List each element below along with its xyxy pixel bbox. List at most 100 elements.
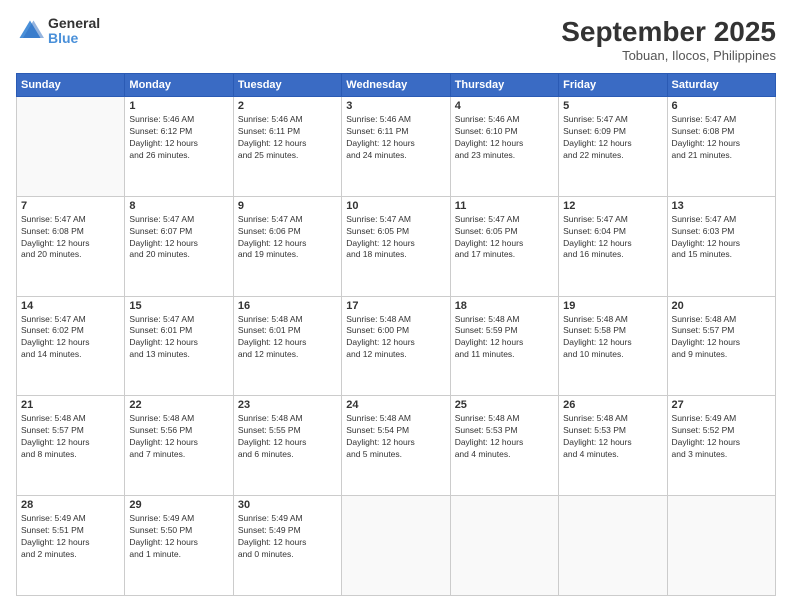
- day-number: 17: [346, 300, 445, 312]
- day-cell: 19Sunrise: 5:48 AM Sunset: 5:58 PM Dayli…: [559, 296, 667, 396]
- logo-icon: [16, 17, 44, 45]
- day-cell: 14Sunrise: 5:47 AM Sunset: 6:02 PM Dayli…: [17, 296, 125, 396]
- day-number: 29: [129, 499, 228, 511]
- month-title: September 2025: [561, 16, 776, 48]
- day-number: 15: [129, 300, 228, 312]
- day-cell: 16 Sunrise: 5:48 AM Sunset: 6:01 PM Dayli…: [233, 296, 341, 396]
- location: Tobuan, Ilocos, Philippines: [561, 48, 776, 63]
- day-cell: 2 Sunrise: 5:46 AM Sunset: 6:11 PM Daylig…: [233, 97, 341, 197]
- day-info: Sunrise: 5:48 AM Sunset: 5:56 PM Dayligh…: [129, 413, 228, 461]
- day-number: 27: [672, 399, 771, 411]
- day-cell: 18 Sunrise: 5:48 AM Sunset: 5:59 PM Dayli…: [450, 296, 558, 396]
- day-cell: 23 Sunrise: 5:48 AM Sunset: 5:55 PM Dayli…: [233, 396, 341, 496]
- day-info: Sunrise: 5:48 AM Sunset: 5:57 PM Dayligh…: [21, 413, 120, 461]
- day-info: Sunrise: 5:46 AM Sunset: 6:11 PM Dayligh…: [238, 114, 337, 162]
- day-cell: [667, 496, 775, 596]
- day-cell: 7 Sunrise: 5:47 AM Sunset: 6:08 PM Daylig…: [17, 196, 125, 296]
- day-cell: 13 Sunrise: 5:47 AM Sunset: 6:03 PM Dayli…: [667, 196, 775, 296]
- day-cell: 20 Sunrise: 5:48 AM Sunset: 5:57 PM Dayli…: [667, 296, 775, 396]
- day-number: 22: [129, 399, 228, 411]
- day-info: Sunrise: 5:47 AM Sunset: 6:08 PM Dayligh…: [672, 114, 771, 162]
- day-number: 24: [346, 399, 445, 411]
- day-number: 14: [21, 300, 120, 312]
- day-info: Sunrise: 5:48 AM Sunset: 6:01 PM Dayligh…: [238, 314, 337, 362]
- day-info: Sunrise: 5:47 AM Sunset: 6:05 PM Dayligh…: [346, 214, 445, 262]
- day-number: 11: [455, 200, 554, 212]
- header: General Blue September 2025 Tobuan, Iloc…: [16, 16, 776, 63]
- day-cell: 25 Sunrise: 5:48 AM Sunset: 5:53 PM Dayli…: [450, 396, 558, 496]
- col-header-tuesday: Tuesday: [233, 74, 341, 97]
- day-cell: 3 Sunrise: 5:46 AM Sunset: 6:11 PM Daylig…: [342, 97, 450, 197]
- day-cell: 27 Sunrise: 5:49 AM Sunset: 5:52 PM Dayli…: [667, 396, 775, 496]
- day-number: 25: [455, 399, 554, 411]
- day-info: Sunrise: 5:46 AM Sunset: 6:11 PM Dayligh…: [346, 114, 445, 162]
- day-number: 8: [129, 200, 228, 212]
- day-info: Sunrise: 5:47 AM Sunset: 6:05 PM Dayligh…: [455, 214, 554, 262]
- day-number: 28: [21, 499, 120, 511]
- day-cell: 12Sunrise: 5:47 AM Sunset: 6:04 PM Dayli…: [559, 196, 667, 296]
- day-number: 7: [21, 200, 120, 212]
- day-info: Sunrise: 5:48 AM Sunset: 5:57 PM Dayligh…: [672, 314, 771, 362]
- col-header-wednesday: Wednesday: [342, 74, 450, 97]
- day-info: Sunrise: 5:48 AM Sunset: 6:00 PM Dayligh…: [346, 314, 445, 362]
- day-info: Sunrise: 5:49 AM Sunset: 5:49 PM Dayligh…: [238, 513, 337, 561]
- day-info: Sunrise: 5:48 AM Sunset: 5:59 PM Dayligh…: [455, 314, 554, 362]
- day-cell: 8 Sunrise: 5:47 AM Sunset: 6:07 PM Daylig…: [125, 196, 233, 296]
- week-row-1: 1 Sunrise: 5:46 AM Sunset: 6:12 PM Daylig…: [17, 97, 776, 197]
- logo-blue: Blue: [48, 31, 100, 46]
- day-info: Sunrise: 5:47 AM Sunset: 6:08 PM Dayligh…: [21, 214, 120, 262]
- day-number: 4: [455, 100, 554, 112]
- day-cell: [17, 97, 125, 197]
- title-block: September 2025 Tobuan, Ilocos, Philippin…: [561, 16, 776, 63]
- col-header-sunday: Sunday: [17, 74, 125, 97]
- logo: General Blue: [16, 16, 100, 47]
- day-number: 2: [238, 100, 337, 112]
- day-number: 10: [346, 200, 445, 212]
- day-number: 16: [238, 300, 337, 312]
- day-info: Sunrise: 5:48 AM Sunset: 5:58 PM Dayligh…: [563, 314, 662, 362]
- day-number: 30: [238, 499, 337, 511]
- day-info: Sunrise: 5:47 AM Sunset: 6:03 PM Dayligh…: [672, 214, 771, 262]
- day-info: Sunrise: 5:47 AM Sunset: 6:07 PM Dayligh…: [129, 214, 228, 262]
- col-header-saturday: Saturday: [667, 74, 775, 97]
- day-info: Sunrise: 5:48 AM Sunset: 5:55 PM Dayligh…: [238, 413, 337, 461]
- day-number: 9: [238, 200, 337, 212]
- day-number: 23: [238, 399, 337, 411]
- day-info: Sunrise: 5:47 AM Sunset: 6:09 PM Dayligh…: [563, 114, 662, 162]
- day-info: Sunrise: 5:49 AM Sunset: 5:50 PM Dayligh…: [129, 513, 228, 561]
- day-cell: 10 Sunrise: 5:47 AM Sunset: 6:05 PM Dayli…: [342, 196, 450, 296]
- week-row-5: 28 Sunrise: 5:49 AM Sunset: 5:51 PM Dayli…: [17, 496, 776, 596]
- day-number: 5: [563, 100, 662, 112]
- day-cell: 17 Sunrise: 5:48 AM Sunset: 6:00 PM Dayli…: [342, 296, 450, 396]
- day-cell: 21Sunrise: 5:48 AM Sunset: 5:57 PM Dayli…: [17, 396, 125, 496]
- col-header-friday: Friday: [559, 74, 667, 97]
- day-info: Sunrise: 5:49 AM Sunset: 5:52 PM Dayligh…: [672, 413, 771, 461]
- day-number: 3: [346, 100, 445, 112]
- week-row-4: 21Sunrise: 5:48 AM Sunset: 5:57 PM Dayli…: [17, 396, 776, 496]
- day-cell: 26Sunrise: 5:48 AM Sunset: 5:53 PM Dayli…: [559, 396, 667, 496]
- day-number: 1: [129, 100, 228, 112]
- day-info: Sunrise: 5:46 AM Sunset: 6:10 PM Dayligh…: [455, 114, 554, 162]
- day-number: 20: [672, 300, 771, 312]
- day-info: Sunrise: 5:47 AM Sunset: 6:01 PM Dayligh…: [129, 314, 228, 362]
- day-number: 6: [672, 100, 771, 112]
- week-row-3: 14Sunrise: 5:47 AM Sunset: 6:02 PM Dayli…: [17, 296, 776, 396]
- logo-text: General Blue: [48, 16, 100, 47]
- day-info: Sunrise: 5:48 AM Sunset: 5:53 PM Dayligh…: [563, 413, 662, 461]
- day-info: Sunrise: 5:48 AM Sunset: 5:53 PM Dayligh…: [455, 413, 554, 461]
- calendar-table: SundayMondayTuesdayWednesdayThursdayFrid…: [16, 73, 776, 596]
- day-info: Sunrise: 5:49 AM Sunset: 5:51 PM Dayligh…: [21, 513, 120, 561]
- day-number: 13: [672, 200, 771, 212]
- day-number: 18: [455, 300, 554, 312]
- day-cell: 24 Sunrise: 5:48 AM Sunset: 5:54 PM Dayli…: [342, 396, 450, 496]
- day-cell: [559, 496, 667, 596]
- logo-general: General: [48, 16, 100, 31]
- day-info: Sunrise: 5:48 AM Sunset: 5:54 PM Dayligh…: [346, 413, 445, 461]
- day-cell: 11 Sunrise: 5:47 AM Sunset: 6:05 PM Dayli…: [450, 196, 558, 296]
- day-cell: 30 Sunrise: 5:49 AM Sunset: 5:49 PM Dayli…: [233, 496, 341, 596]
- day-cell: [342, 496, 450, 596]
- week-row-2: 7 Sunrise: 5:47 AM Sunset: 6:08 PM Daylig…: [17, 196, 776, 296]
- day-cell: 29 Sunrise: 5:49 AM Sunset: 5:50 PM Dayli…: [125, 496, 233, 596]
- day-info: Sunrise: 5:46 AM Sunset: 6:12 PM Dayligh…: [129, 114, 228, 162]
- day-cell: 22 Sunrise: 5:48 AM Sunset: 5:56 PM Dayli…: [125, 396, 233, 496]
